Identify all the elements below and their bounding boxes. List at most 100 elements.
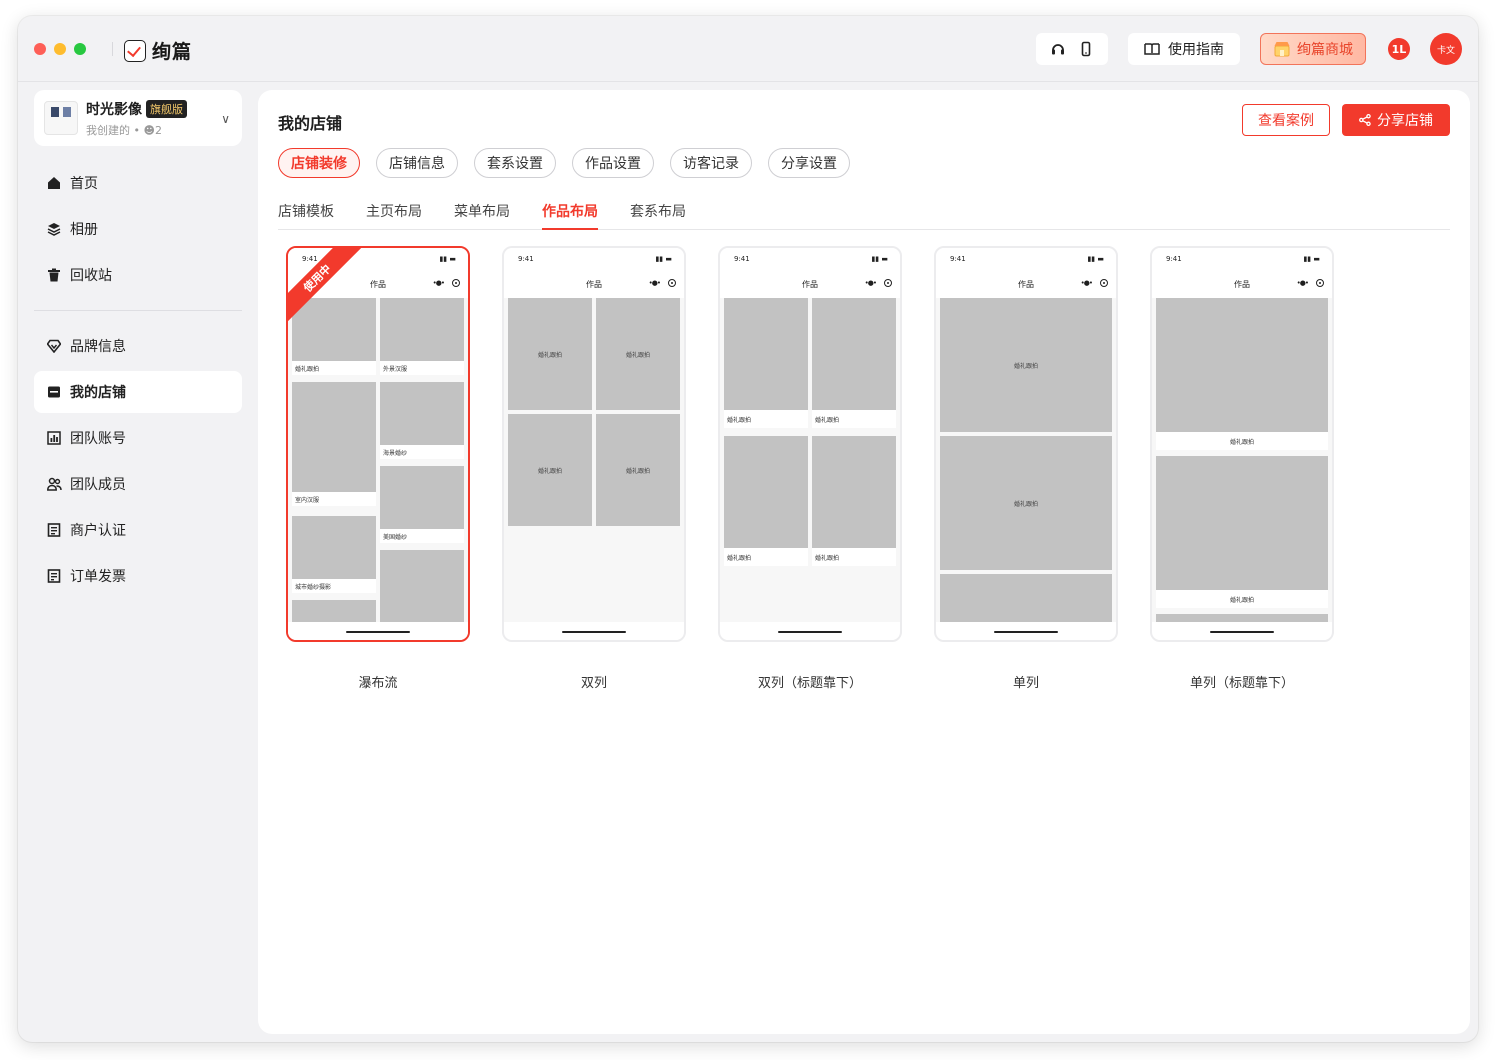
share-store-button[interactable]: 分享店铺 [1342, 104, 1450, 136]
nav-label: 我的店铺 [70, 385, 126, 401]
book-icon [1144, 43, 1160, 55]
pill-package-settings[interactable]: 套系设置 [474, 148, 556, 178]
nav-label: 团队账号 [70, 431, 126, 447]
caption: 海景婚纱 [380, 445, 464, 459]
studio-member-count: 2 [154, 123, 162, 137]
caption: 婚礼跟拍 [724, 410, 808, 428]
pill-visitor-log[interactable]: 访客记录 [670, 148, 752, 178]
caption: 婚礼跟拍 [812, 548, 896, 566]
nav-item-album[interactable]: 相册 [34, 208, 242, 250]
phone-preview: 9:41 ▮▮ ▬ 作品 •●• 婚礼跟拍 婚礼跟拍 婚礼跟拍 婚礼跟拍 [718, 246, 902, 642]
layout-label: 单列 [1012, 676, 1039, 691]
user-avatar[interactable]: 卡文 [1430, 33, 1462, 65]
status-bar: 9:41 ▮▮ ▬ [720, 248, 900, 270]
trash-icon [46, 267, 62, 283]
guide-button[interactable]: 使用指南 [1128, 33, 1240, 65]
chart-icon [46, 430, 62, 446]
pill-store-info[interactable]: 店铺信息 [376, 148, 458, 178]
layout-card-double[interactable]: 9:41 ▮▮ ▬ 作品 •●• 婚礼跟拍 婚礼跟拍 婚礼跟拍 婚礼跟拍 双列 [502, 246, 686, 691]
studio-name: 时光影像 [86, 101, 142, 118]
target-icon [668, 279, 676, 287]
nav-label: 相册 [70, 222, 98, 238]
studio-plan-badge: 旗舰版 [146, 99, 187, 118]
caption: 婚礼跟拍 [1156, 432, 1328, 450]
studio-avatar [44, 101, 78, 135]
caption: 婚礼跟拍 [812, 410, 896, 428]
view-cases-button[interactable]: 查看案例 [1242, 104, 1330, 136]
signal-battery-icon: ▮▮ ▬ [871, 255, 888, 263]
layout-card-single[interactable]: 9:41 ▮▮ ▬ 作品 •●• 婚礼跟拍 婚礼跟拍 单列 [934, 246, 1118, 691]
phone-preview: 9:41 ▮▮ ▬ 作品 •●• 婚礼跟拍 婚礼跟拍 [934, 246, 1118, 642]
caption: 美国婚纱 [380, 529, 464, 543]
thumb: 婚礼跟拍 [508, 414, 592, 526]
layout-card-single-caption[interactable]: 9:41 ▮▮ ▬ 作品 •●• 婚礼跟拍 婚礼跟拍 单列（标题靠下） [1150, 246, 1334, 691]
phone-header: 作品 •●• [720, 270, 900, 298]
layout-options: 使用中 9:41 ▮▮ ▬ 作品 •●• 婚礼跟拍 室内汉服 城市婚纱摄影 外景汉服 [286, 246, 1334, 691]
more-icon: •●• [432, 279, 445, 287]
status-time: 9:41 [734, 255, 750, 263]
tab-home-layout[interactable]: 主页布局 [366, 198, 422, 230]
nav-item-home[interactable]: 首页 [34, 162, 242, 204]
thumb [292, 600, 376, 622]
pill-store-decoration[interactable]: 店铺装修 [278, 148, 360, 178]
preview-grid: 婚礼跟拍 婚礼跟拍 婚礼跟拍 婚礼跟拍 [508, 298, 680, 622]
nav-item-my-store[interactable]: 我的店铺 [34, 371, 242, 413]
store-icon [46, 384, 62, 400]
status-time: 9:41 [1166, 255, 1182, 263]
tab-work-layout[interactable]: 作品布局 [542, 198, 598, 230]
invoice-icon [46, 568, 62, 584]
app-window: 绚篇 使用指南 绚篇商城 1L 卡文 时光影像 旗舰版 我创建的 • ☻2 ∨ … [18, 16, 1478, 1042]
caption: 婚礼跟拍 [1156, 590, 1328, 608]
phone-icon[interactable] [1078, 41, 1094, 57]
thumb [1156, 614, 1328, 622]
thumb [380, 466, 464, 529]
thumb: 婚礼跟拍 [508, 298, 592, 410]
signal-battery-icon: ▮▮ ▬ [439, 255, 456, 263]
nav-item-trash[interactable]: 回收站 [34, 254, 242, 296]
status-time: 9:41 [518, 255, 534, 263]
tab-package-layout[interactable]: 套系布局 [630, 198, 686, 230]
status-time: 9:41 [302, 255, 318, 263]
home-indicator [346, 631, 410, 633]
sidebar: 时光影像 旗舰版 我创建的 • ☻2 ∨ 首页 相册 回收站 品牌信息 我的店铺… [34, 90, 242, 601]
tab-store-template[interactable]: 店铺模板 [278, 198, 334, 230]
nav-item-team-account[interactable]: 团队账号 [34, 417, 242, 459]
phone-preview: 9:41 ▮▮ ▬ 作品 •●• 婚礼跟拍 婚礼跟拍 婚礼跟拍 婚礼跟拍 [502, 246, 686, 642]
notification-badge[interactable]: 1L [1388, 38, 1410, 60]
nav-label: 订单发票 [70, 569, 126, 585]
home-indicator [778, 631, 842, 633]
nav-item-merchant-verify[interactable]: 商户认证 [34, 509, 242, 551]
tab-menu-layout[interactable]: 菜单布局 [454, 198, 510, 230]
page-title: 我的店铺 [278, 114, 343, 133]
status-bar: 9:41 ▮▮ ▬ [504, 248, 684, 270]
thumb: 婚礼跟拍 [596, 414, 680, 526]
thumb [292, 298, 376, 361]
target-icon [1100, 279, 1108, 287]
nav-label: 团队成员 [70, 477, 126, 493]
more-icon: •●• [1080, 279, 1093, 287]
headset-icon[interactable] [1050, 41, 1066, 57]
home-indicator [1210, 631, 1274, 633]
pill-work-settings[interactable]: 作品设置 [572, 148, 654, 178]
thumb [812, 436, 896, 548]
layout-card-double-caption[interactable]: 9:41 ▮▮ ▬ 作品 •●• 婚礼跟拍 婚礼跟拍 婚礼跟拍 婚礼跟拍 双列（… [718, 246, 902, 691]
support-icons [1036, 33, 1108, 65]
close-window-button[interactable] [34, 43, 46, 55]
caption: 外景汉服 [380, 361, 464, 375]
mall-button[interactable]: 绚篇商城 [1260, 33, 1366, 65]
nav-label: 回收站 [70, 268, 112, 284]
nav-item-order-invoice[interactable]: 订单发票 [34, 555, 242, 597]
thumb [380, 550, 464, 622]
thumb [940, 574, 1112, 622]
layout-label: 单列（标题靠下） [1189, 676, 1294, 691]
maximize-window-button[interactable] [74, 43, 86, 55]
studio-switcher[interactable]: 时光影像 旗舰版 我创建的 • ☻2 ∨ [34, 90, 242, 146]
thumb [724, 298, 808, 410]
pill-share-settings[interactable]: 分享设置 [768, 148, 850, 178]
nav-item-team-members[interactable]: 团队成员 [34, 463, 242, 505]
thumb: 婚礼跟拍 [940, 436, 1112, 570]
nav-item-brand[interactable]: 品牌信息 [34, 325, 242, 367]
minimize-window-button[interactable] [54, 43, 66, 55]
layout-card-waterfall[interactable]: 使用中 9:41 ▮▮ ▬ 作品 •●• 婚礼跟拍 室内汉服 城市婚纱摄影 外景汉服 [286, 246, 470, 691]
target-icon [452, 279, 460, 287]
